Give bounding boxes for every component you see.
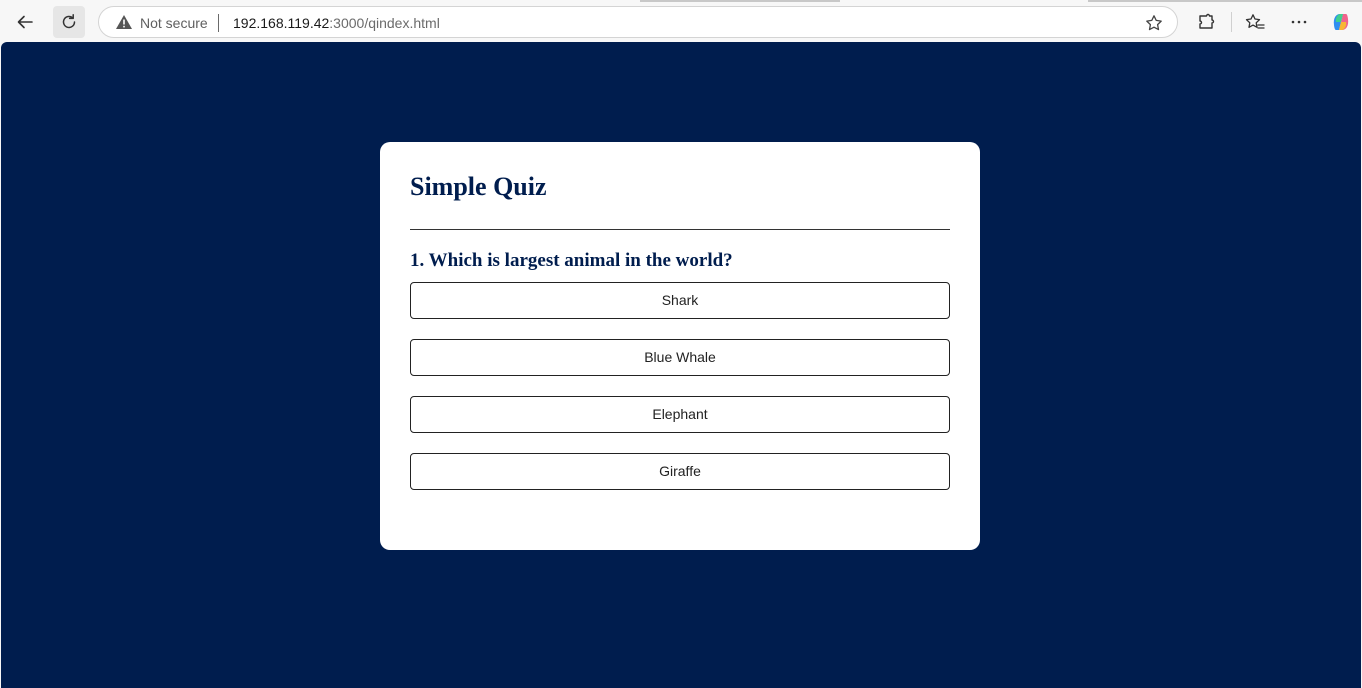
tab-strip-edge [1088,0,1362,2]
favorite-star-icon[interactable] [1145,14,1163,37]
quiz-title: Simple Quiz [410,172,547,201]
tab-strip-edge [640,0,840,2]
address-separator [218,14,219,32]
page-viewport: Simple Quiz 1. Which is largest animal i… [1,42,1361,688]
warning-icon[interactable] [115,14,133,35]
title-divider [410,229,950,230]
favorites-icon [1245,13,1265,31]
answer-button-blue-whale[interactable]: Blue Whale [410,339,950,376]
url-host: 192.168.119.42 [233,15,330,31]
url-text[interactable]: 192.168.119.42:3000/qindex.html [233,15,440,31]
back-button[interactable] [9,6,41,38]
copilot-button[interactable] [1325,6,1357,38]
browser-toolbar: Not secure 192.168.119.42:3000/qindex.ht… [0,0,1362,42]
back-icon [16,13,34,31]
copilot-icon [1330,11,1352,33]
toolbar-divider [1231,12,1232,32]
answer-button-shark[interactable]: Shark [410,282,950,319]
extensions-button[interactable] [1190,6,1222,38]
security-label[interactable]: Not secure [140,15,208,31]
address-bar[interactable]: Not secure 192.168.119.42:3000/qindex.ht… [98,6,1178,38]
quiz-card: Simple Quiz 1. Which is largest animal i… [380,142,980,550]
more-icon [1290,13,1308,31]
extensions-icon [1197,13,1215,31]
url-path: :3000/qindex.html [329,15,440,31]
answer-button-elephant[interactable]: Elephant [410,396,950,433]
answer-list: Shark Blue Whale Elephant Giraffe [410,282,950,490]
refresh-icon [60,13,78,31]
question-text: 1. Which is largest animal in the world? [410,250,733,271]
refresh-button[interactable] [53,6,85,38]
favorites-button[interactable] [1239,6,1271,38]
answer-button-giraffe[interactable]: Giraffe [410,453,950,490]
more-button[interactable] [1283,6,1315,38]
